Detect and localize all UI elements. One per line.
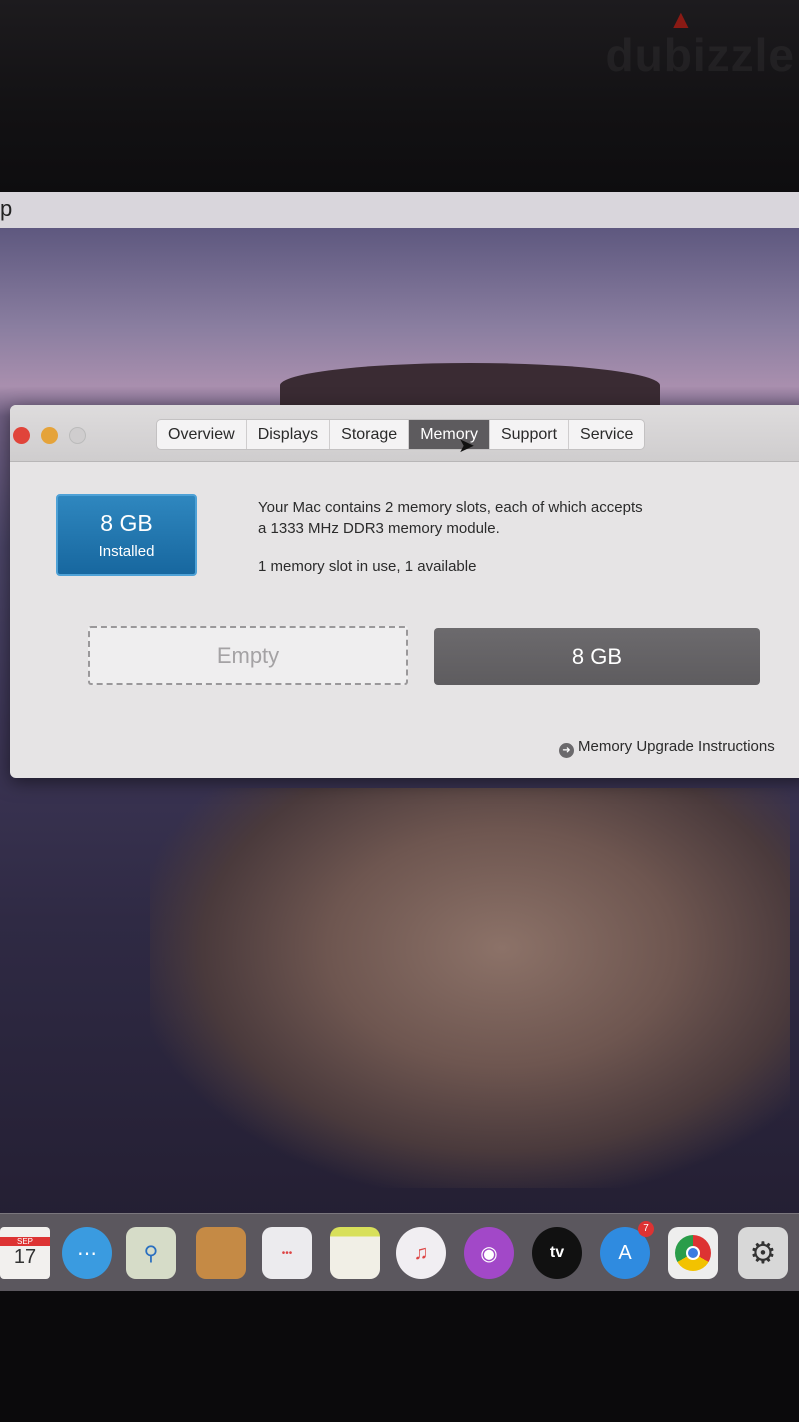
tab-memory[interactable]: Memory [409, 420, 490, 449]
podcasts-icon[interactable]: ◉ [464, 1227, 514, 1279]
app-store-badge: 7 [638, 1221, 654, 1237]
dock: SEP 17 ⋯ ⚲ ••• ♫ ◉ tv A7 ⚙ [0, 1213, 799, 1291]
slot-usage: 1 memory slot in use, 1 available [258, 558, 477, 575]
menu-bar-fragment: p [0, 196, 13, 221]
calendar-day: 17 [13, 1246, 37, 1268]
mouse-pointer-icon: ➤ [458, 435, 475, 457]
menu-bar: p [0, 192, 799, 228]
contacts-icon[interactable] [196, 1227, 246, 1279]
tab-support[interactable]: Support [490, 420, 570, 449]
arrow-circle-icon: ➜ [559, 743, 574, 758]
calendar-icon[interactable]: SEP 17 [0, 1227, 50, 1279]
memory-info: Your Mac contains 2 memory slots, each o… [258, 497, 643, 577]
wallpaper-mountain [280, 363, 660, 408]
maps-icon[interactable]: ⚲ [126, 1227, 176, 1279]
reminders-icon[interactable]: ••• [262, 1227, 312, 1279]
app-store-icon[interactable]: A7 [600, 1221, 654, 1279]
apple-tv-label: tv [549, 1244, 565, 1261]
window-toolbar: Overview Displays Storage Memory Support… [10, 405, 799, 462]
description-line-2: a 1333 MHz DDR3 memory module. [258, 520, 500, 537]
tab-service[interactable]: Service [569, 420, 644, 449]
memory-upgrade-link[interactable]: ➜ Memory Upgrade Instructions [559, 738, 775, 758]
tab-overview[interactable]: Overview [157, 420, 247, 449]
watermark: dubizzle [605, 29, 795, 81]
notes-icon[interactable] [330, 1227, 380, 1279]
installed-amount: 8 GB [100, 510, 153, 536]
installed-label: Installed [98, 543, 155, 560]
memory-slot-empty: Empty [88, 626, 408, 685]
chrome-icon[interactable] [668, 1227, 718, 1279]
installed-memory-badge: 8 GB Installed [56, 494, 197, 576]
zoom-button[interactable] [69, 427, 86, 444]
wallpaper-island [150, 788, 790, 1188]
memory-slot-filled: 8 GB [434, 628, 760, 685]
upgrade-link-label: Memory Upgrade Instructions [578, 738, 775, 755]
system-preferences-icon[interactable]: ⚙ [738, 1227, 788, 1279]
description-line-1: Your Mac contains 2 memory slots, each o… [258, 499, 643, 516]
about-this-mac-window: Overview Displays Storage Memory Support… [10, 405, 799, 778]
tab-displays[interactable]: Displays [247, 420, 331, 449]
messages-icon[interactable]: ⋯ [62, 1227, 112, 1279]
tab-storage[interactable]: Storage [330, 420, 410, 449]
calendar-month: SEP [0, 1237, 50, 1246]
close-button[interactable] [13, 427, 30, 444]
minimize-button[interactable] [41, 427, 58, 444]
monitor-bezel: ▲ dubizzle [0, 0, 799, 192]
monitor-bezel-bottom [0, 1291, 799, 1422]
apple-tv-icon[interactable]: tv [532, 1227, 582, 1279]
music-icon[interactable]: ♫ [396, 1227, 446, 1279]
tab-bar: Overview Displays Storage Memory Support… [156, 419, 646, 450]
